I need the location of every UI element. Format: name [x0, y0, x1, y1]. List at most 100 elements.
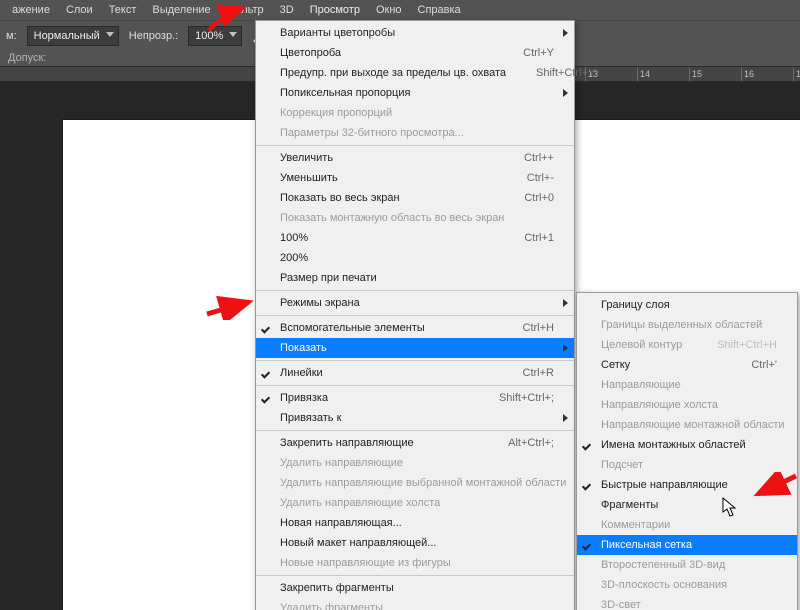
menu-item-label: Границу слоя [601, 299, 777, 311]
view-menu-item[interactable]: 200% [256, 248, 574, 268]
menu-item-label: Линейки [280, 367, 493, 379]
menu-item-shortcut: Shift+Ctrl+; [499, 392, 554, 404]
annotation-arrow-icon [205, 292, 255, 320]
check-icon [262, 392, 274, 404]
show-submenu-item: Направляющие [577, 375, 797, 395]
chevron-right-icon [563, 29, 568, 37]
view-menu-item[interactable]: Привязать к [256, 408, 574, 428]
view-menu-item[interactable]: ЦветопробаCtrl+Y [256, 43, 574, 63]
view-menu-item: Удалить направляющие холста [256, 493, 574, 513]
menu-item-label: Предупр. при выходе за пределы цв. охват… [280, 67, 506, 79]
menu-separator [256, 385, 574, 386]
menu-item-layers[interactable]: Слои [58, 2, 101, 18]
menu-item-label: Увеличить [280, 152, 494, 164]
mode-label: м: [4, 30, 19, 42]
view-menu-item[interactable]: ПривязкаShift+Ctrl+; [256, 388, 574, 408]
view-menu-item[interactable]: Показать [256, 338, 574, 358]
show-submenu-item[interactable]: Сетку Ctrl+' [577, 355, 797, 375]
menu-item-label: Удалить направляющие выбранной монтажной… [280, 477, 566, 489]
view-menu-item[interactable]: Новая направляющая... [256, 513, 574, 533]
menu-item-label: Привязать к [280, 412, 554, 424]
view-menu-item: Коррекция пропорций [256, 103, 574, 123]
menu-item-label: Параметры 32-битного просмотра... [280, 127, 554, 139]
ruler-tick: 17 [793, 67, 794, 81]
view-menu-item[interactable]: Увеличить Ctrl++ [256, 148, 574, 168]
menu-item-label: Второстепенный 3D-вид [601, 559, 777, 571]
menu-separator [256, 290, 574, 291]
view-menu-item: Удалить направляющие выбранной монтажной… [256, 473, 574, 493]
menu-item-help[interactable]: Справка [410, 2, 469, 18]
menu-item-label: 3D-плоскость основания [601, 579, 777, 591]
menu-item-shortcut: Ctrl+' [751, 359, 777, 371]
view-menu-item[interactable]: Показать во весь экранCtrl+0 [256, 188, 574, 208]
menu-item-text[interactable]: Текст [101, 2, 145, 18]
menu-item-label: Целевой контур [601, 339, 687, 351]
view-menu-item[interactable]: Размер при печати [256, 268, 574, 288]
show-submenu-item: Направляющие холста [577, 395, 797, 415]
menu-item-label: Имена монтажных областей [601, 439, 777, 451]
view-menu-item[interactable]: Закрепить направляющиеAlt+Ctrl+; [256, 433, 574, 453]
menu-item-label: Уменьшить [280, 172, 497, 184]
view-menu-item[interactable]: Закрепить фрагменты [256, 578, 574, 598]
menu-item-window[interactable]: Окно [368, 2, 410, 18]
menu-item-label: Границы выделенных областей [601, 319, 777, 331]
menu-item-label: Коррекция пропорций [280, 107, 554, 119]
menu-item-view[interactable]: Просмотр [302, 2, 368, 18]
menu-item-label: Быстрые направляющие [601, 479, 777, 491]
check-icon [262, 367, 274, 379]
menu-item-label: Удалить направляющие холста [280, 497, 554, 509]
menu-item-label: Пиксельная сетка [601, 539, 777, 551]
menu-separator [256, 575, 574, 576]
show-submenu-item: 3D-свет [577, 595, 797, 610]
menu-item-label: Попиксельная пропорция [280, 87, 554, 99]
menu-item-label: 200% [280, 252, 554, 264]
menu-item-label: 3D-свет [601, 599, 777, 610]
menu-item-label: Показать [280, 342, 554, 354]
view-menu-item[interactable]: Варианты цветопробы [256, 23, 574, 43]
menu-item-label: Направляющие холста [601, 399, 777, 411]
menu-item-label: Сетку [601, 359, 721, 371]
blend-mode-select[interactable]: Нормальный [27, 26, 119, 46]
check-icon [583, 439, 595, 451]
ruler-tick: 14 [637, 67, 638, 81]
menu-item-shortcut: Ctrl++ [524, 152, 554, 164]
view-menu-item[interactable]: Уменьшить Ctrl+- [256, 168, 574, 188]
chevron-right-icon [563, 344, 568, 352]
view-menu-item[interactable]: Предупр. при выходе за пределы цв. охват… [256, 63, 574, 83]
menu-item-shortcut: Shift+Ctrl+Y [536, 67, 595, 79]
show-submenu-item: Направляющие монтажной области [577, 415, 797, 435]
menu-separator [256, 315, 574, 316]
show-submenu-item: Второстепенный 3D-вид [577, 555, 797, 575]
menu-item-label: Режимы экрана [280, 297, 554, 309]
menu-item-shortcut: Ctrl+R [523, 367, 554, 379]
show-submenu-item[interactable]: Имена монтажных областей [577, 435, 797, 455]
menu-separator [256, 145, 574, 146]
menu-item-label: Показать во весь экран [280, 192, 494, 204]
view-menu-item[interactable]: Попиксельная пропорция [256, 83, 574, 103]
check-icon [583, 539, 595, 551]
menu-item-label: 100% [280, 232, 494, 244]
show-submenu-item[interactable]: Пиксельная сетка [577, 535, 797, 555]
annotation-arrow-icon [752, 472, 798, 502]
view-menu-item[interactable]: Линейки Ctrl+R [256, 363, 574, 383]
view-menu-item[interactable]: Вспомогательные элементыCtrl+H [256, 318, 574, 338]
view-menu-dropdown: Варианты цветопробы ЦветопробаCtrl+Y Преду… [255, 20, 575, 610]
menu-item-label: Варианты цветопробы [280, 27, 554, 39]
view-menu-item[interactable]: 100%Ctrl+1 [256, 228, 574, 248]
chevron-right-icon [563, 299, 568, 307]
view-menu-item: Удалить фрагменты [256, 598, 574, 610]
menu-item-label: Направляющие монтажной области [601, 419, 785, 431]
view-menu-item[interactable]: Новый макет направляющей... [256, 533, 574, 553]
menu-item-label: Размер при печати [280, 272, 554, 284]
annotation-arrow-icon [205, 2, 249, 34]
menu-item-label: Вспомогательные элементы [280, 322, 493, 334]
blend-mode-value: Нормальный [34, 30, 100, 42]
menu-item-label: Комментарии [601, 519, 777, 531]
menu-item-label: Подсчет [601, 459, 777, 471]
menu-item-3d[interactable]: 3D [272, 2, 302, 18]
menu-item-image[interactable]: ажение [4, 2, 58, 18]
menu-item-label: Удалить направляющие [280, 457, 554, 469]
show-submenu-item[interactable]: Границу слоя [577, 295, 797, 315]
view-menu-item[interactable]: Режимы экрана [256, 293, 574, 313]
menu-item-shortcut: Ctrl+- [527, 172, 554, 184]
